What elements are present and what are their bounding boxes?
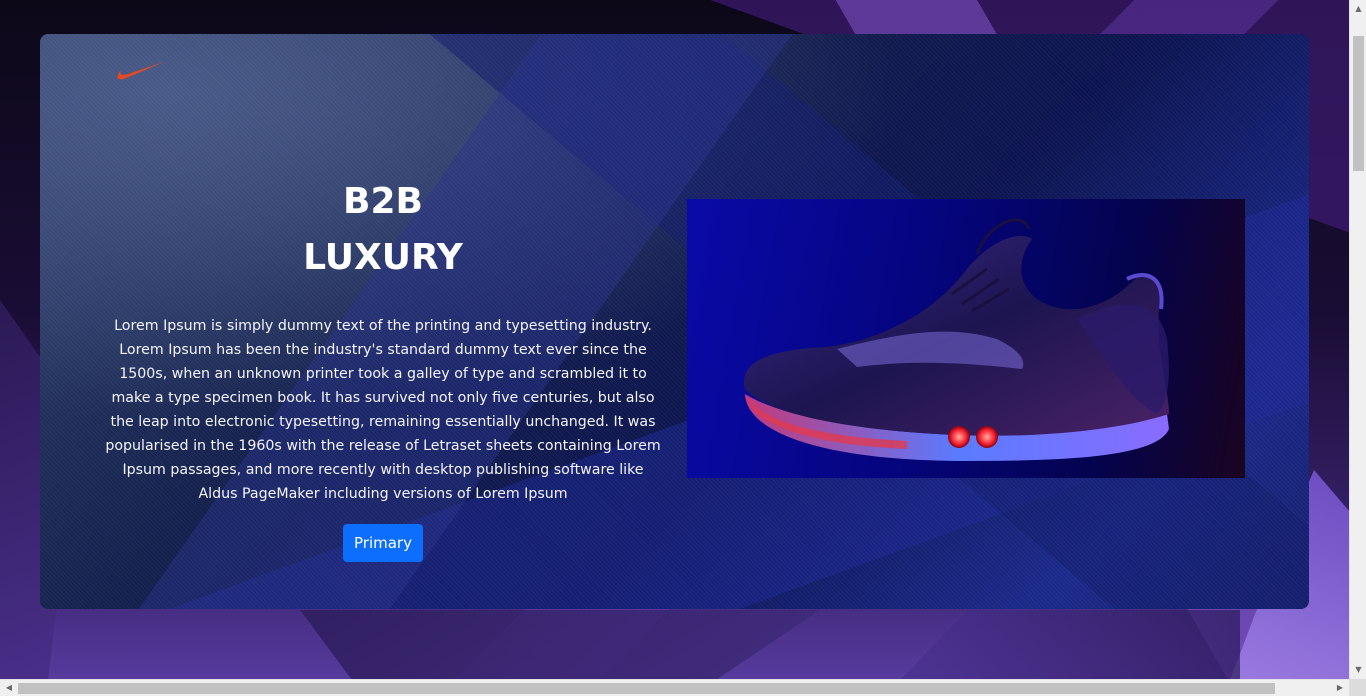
hero-card: B2B LUXURY Lorem Ipsum is simply dummy t… [40,34,1309,609]
scroll-down-icon[interactable]: ▼ [1353,663,1364,677]
nike-swoosh-icon[interactable] [116,60,166,82]
primary-button[interactable]: Primary [343,524,423,562]
hero-title: B2B LUXURY [102,174,664,286]
hero-description: Lorem Ipsum is simply dummy text of the … [105,318,661,502]
scroll-right-icon[interactable]: ▶ [1333,681,1347,695]
background-shard [900,610,1240,680]
hero-title-line1: B2B [343,181,423,222]
hero-text-block: B2B LUXURY Lorem Ipsum is simply dummy t… [102,174,664,562]
horizontal-scrollbar[interactable]: ◀ ▶ [0,679,1349,696]
vertical-scroll-thumb[interactable] [1353,36,1364,171]
background-shard [300,610,820,680]
scroll-left-icon[interactable]: ◀ [2,681,16,695]
hero-title-line2: LUXURY [303,237,463,278]
vertical-scrollbar[interactable]: ▲ ▼ [1349,0,1366,679]
sneaker-image [687,199,1245,478]
scroll-up-icon[interactable]: ▲ [1353,2,1364,16]
sneaker-illustration [743,218,1169,461]
scrollbar-corner [1349,679,1366,696]
horizontal-scroll-thumb[interactable] [18,683,1275,694]
